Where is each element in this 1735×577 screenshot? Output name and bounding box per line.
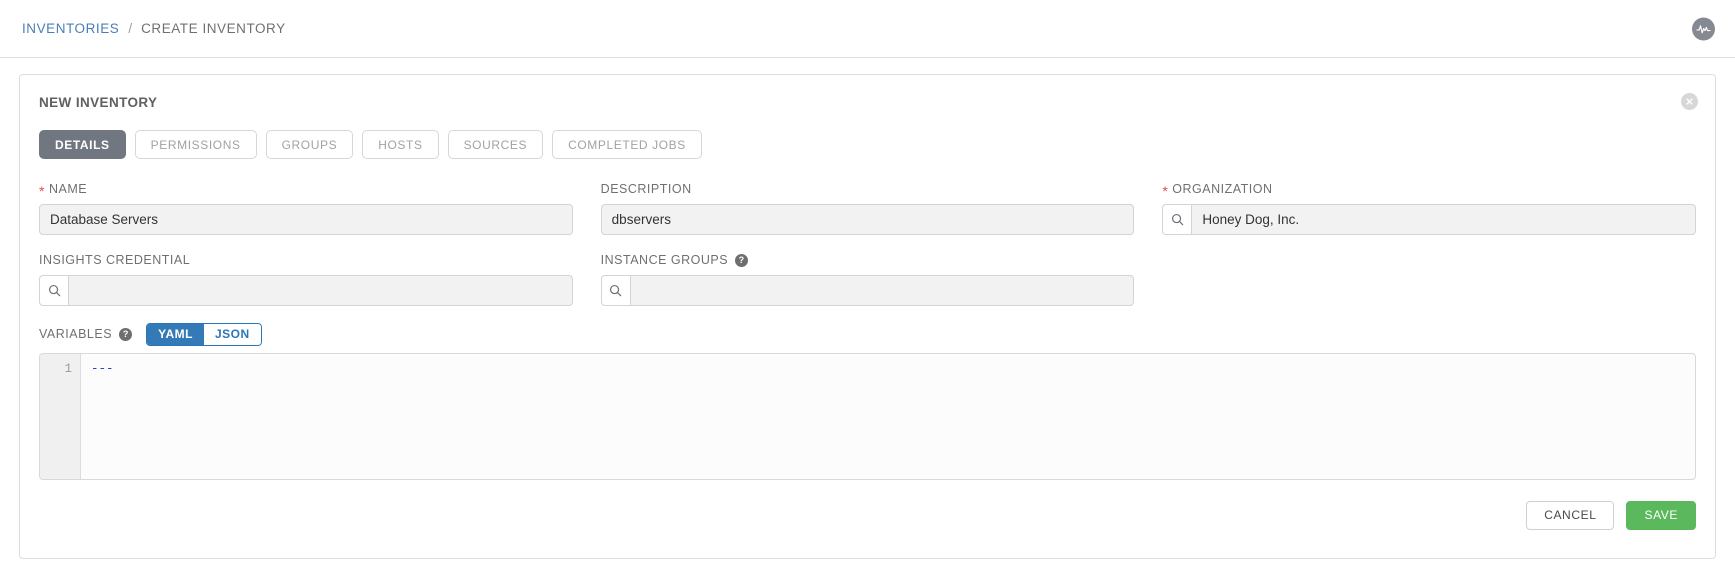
page-content: NEW INVENTORY DETAILS PERMISSIONS GROUPS…: [0, 58, 1735, 559]
organization-label: * ORGANIZATION: [1162, 181, 1696, 199]
tab-completed-jobs[interactable]: COMPLETED JOBS: [552, 130, 702, 159]
instance-groups-input-group: [600, 275, 1135, 306]
tab-details[interactable]: DETAILS: [39, 130, 126, 159]
variables-format-toggle: YAML JSON: [146, 322, 262, 346]
editor-line-numbers: 1: [40, 354, 81, 479]
activity-stream-icon[interactable]: [1692, 17, 1715, 40]
insights-credential-input[interactable]: [68, 275, 573, 306]
tab-sources[interactable]: SOURCES: [447, 130, 544, 159]
help-circle-icon[interactable]: ?: [119, 327, 133, 341]
editor-content[interactable]: ---: [81, 354, 1695, 479]
organization-input-group: [1162, 204, 1697, 235]
toggle-json[interactable]: JSON: [203, 323, 261, 345]
variables-header: VARIABLES ? YAML JSON: [39, 322, 1696, 346]
tab-groups[interactable]: GROUPS: [265, 130, 354, 159]
tab-hosts[interactable]: HOSTS: [362, 130, 439, 159]
breadcrumb-separator: /: [128, 21, 133, 36]
new-inventory-card: NEW INVENTORY DETAILS PERMISSIONS GROUPS…: [19, 74, 1716, 559]
form-row-secondary: INSIGHTS CREDENTIAL INSTANCE GROUPS ?: [39, 252, 1696, 306]
instance-groups-label: INSTANCE GROUPS ?: [601, 252, 1135, 268]
field-insights-credential: INSIGHTS CREDENTIAL: [39, 252, 573, 306]
toggle-yaml[interactable]: YAML: [147, 323, 204, 345]
name-label-text: NAME: [48, 182, 88, 196]
help-circle-icon[interactable]: ?: [735, 253, 749, 267]
description-label: DESCRIPTION: [601, 181, 1135, 197]
description-input[interactable]: [600, 204, 1135, 235]
variables-label: VARIABLES: [39, 327, 113, 341]
card-footer: CANCEL SAVE: [39, 501, 1696, 530]
breadcrumb-current-page: CREATE INVENTORY: [141, 21, 286, 36]
cancel-button[interactable]: CANCEL: [1526, 501, 1615, 530]
variables-editor[interactable]: 1 ---: [39, 353, 1696, 480]
breadcrumb-bar: INVENTORIES / CREATE INVENTORY: [0, 0, 1735, 58]
insights-credential-label-text: INSIGHTS CREDENTIAL: [39, 253, 191, 267]
card-title: NEW INVENTORY: [39, 95, 158, 110]
inventory-tabs: DETAILS PERMISSIONS GROUPS HOSTS SOURCES…: [39, 130, 1696, 159]
field-instance-groups: INSTANCE GROUPS ?: [600, 252, 1135, 306]
search-icon[interactable]: [1162, 204, 1192, 235]
field-organization: * ORGANIZATION: [1162, 181, 1697, 235]
search-icon[interactable]: [39, 275, 68, 306]
field-name: * NAME: [39, 181, 573, 235]
name-input[interactable]: [39, 204, 573, 235]
field-description: DESCRIPTION: [600, 181, 1135, 235]
organization-label-text: ORGANIZATION: [1172, 182, 1273, 196]
required-indicator: *: [39, 183, 45, 199]
description-label-text: DESCRIPTION: [600, 182, 692, 196]
form-row-primary: * NAME DESCRIPTION * ORGANIZATION: [39, 181, 1697, 235]
breadcrumb-inventories-link[interactable]: INVENTORIES: [22, 21, 119, 36]
insights-credential-label: INSIGHTS CREDENTIAL: [39, 252, 573, 268]
organization-input[interactable]: [1191, 204, 1697, 235]
save-button[interactable]: SAVE: [1626, 501, 1696, 530]
name-label: * NAME: [39, 181, 573, 199]
tab-permissions[interactable]: PERMISSIONS: [134, 130, 257, 159]
instance-groups-label-text: INSTANCE GROUPS: [600, 253, 729, 267]
insights-credential-input-group: [39, 275, 573, 306]
instance-groups-input[interactable]: [629, 275, 1135, 306]
search-icon[interactable]: [600, 275, 630, 306]
required-indicator: *: [1162, 183, 1169, 199]
close-icon[interactable]: [1681, 93, 1698, 110]
